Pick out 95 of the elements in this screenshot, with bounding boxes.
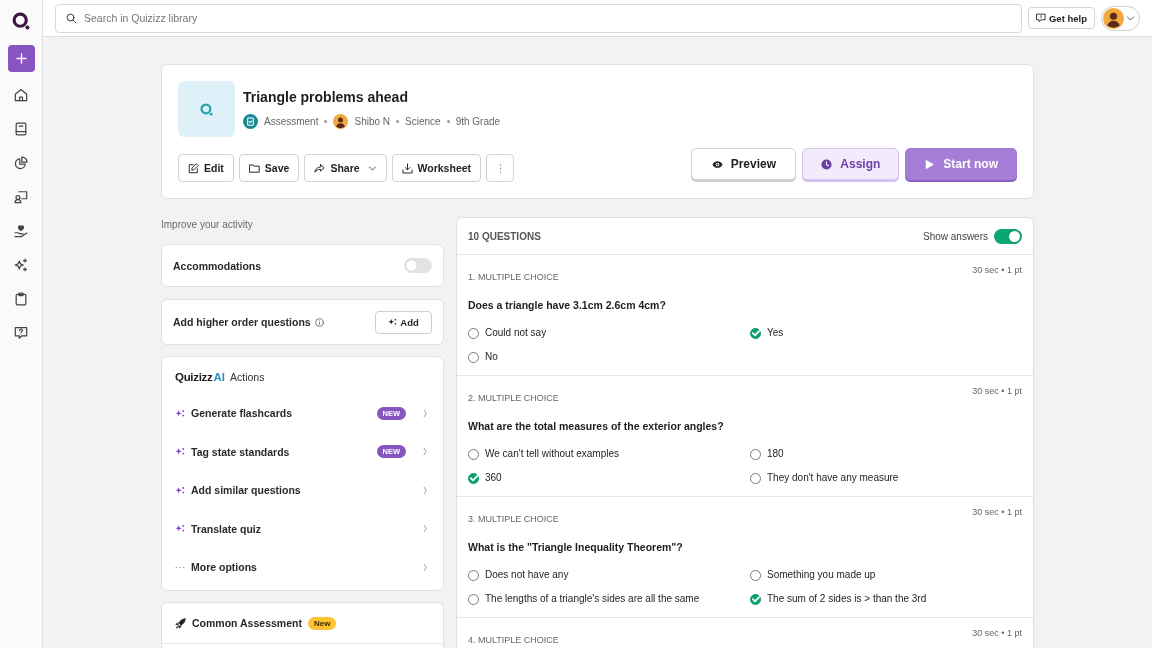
higher-order-label: Add higher order questions: [173, 316, 311, 328]
pie-chart-icon[interactable]: [14, 156, 28, 170]
hand-heart-icon[interactable]: [14, 224, 28, 238]
subject-tag: Science: [405, 116, 441, 127]
add-button[interactable]: Add: [375, 310, 432, 334]
answer-option: Yes: [767, 326, 784, 340]
ai-action-item[interactable]: More options: [162, 548, 443, 587]
separator-dot-icon: [324, 120, 328, 123]
answer-option: Could not say: [485, 326, 547, 340]
search-icon: [66, 12, 77, 24]
edit-button[interactable]: Edit: [178, 154, 234, 182]
author-name[interactable]: Shibo N: [354, 116, 391, 127]
answer-option: The lengths of a triangle's sides are all the same: [485, 592, 700, 606]
chevron-right-icon: [422, 485, 428, 495]
preview-button[interactable]: Preview: [691, 148, 797, 180]
sparkle-icon: [175, 485, 185, 495]
account-button[interactable]: [1101, 5, 1140, 31]
vertical-dots-icon: [498, 162, 502, 174]
quiz-title: Triangle problems ahead: [243, 88, 409, 106]
answer-option: No: [485, 350, 498, 364]
grade-tag: 9th Grade: [455, 116, 501, 127]
share-button[interactable]: Share: [304, 154, 387, 182]
question-type: 2. MULTIPLE CHOICE: [468, 393, 559, 403]
download-icon: [401, 162, 413, 174]
chevron-right-icon: [422, 447, 428, 457]
clipboard-check-icon: [243, 114, 258, 129]
info-icon: [314, 317, 324, 327]
logo-icon[interactable]: [12, 12, 30, 30]
get-help-button[interactable]: Get help: [1028, 7, 1095, 29]
caret-down-icon: [367, 163, 377, 173]
chat-alert-icon: [1036, 13, 1046, 23]
chevron-right-icon: [422, 408, 428, 418]
avatar-icon: [333, 114, 349, 129]
accommodations-label: Accommodations: [173, 259, 262, 272]
search-field[interactable]: Search in Quizizz library: [55, 3, 1022, 33]
answer-option: Something you made up: [767, 568, 876, 582]
question-time-points: 30 sec • 1 pt: [972, 628, 1022, 638]
section-heading: Improve your activity: [161, 218, 254, 232]
pencil-square-icon: [188, 162, 199, 174]
ai-action-item[interactable]: Add similar questions: [162, 471, 443, 510]
logo-icon: [200, 102, 213, 116]
question-text: What is the "Triangle Inequality Theorem"?: [468, 540, 684, 554]
question-text: Does a triangle have 3.1cm 2.6cm 4cm?: [468, 298, 667, 312]
save-button[interactable]: Save: [238, 154, 300, 182]
activity-type: Assessment: [264, 116, 319, 127]
sparkles-icon[interactable]: [14, 258, 28, 272]
clock-icon: [821, 158, 833, 170]
sparkle-icon: [175, 524, 185, 534]
answer-option: 180: [767, 447, 784, 461]
separator-dot-icon: [446, 120, 450, 123]
play-icon: [924, 158, 936, 170]
question-time-points: 30 sec • 1 pt: [972, 507, 1022, 517]
sparkle-icon: [175, 447, 185, 457]
question-time-points: 30 sec • 1 pt: [972, 265, 1022, 275]
create-button[interactable]: [7, 45, 35, 72]
answer-option: They don't have any measure: [767, 471, 899, 485]
actions-title: Actions: [230, 371, 265, 383]
answer-option: We can't tell without examples: [485, 447, 619, 461]
caret-down-icon: [1126, 13, 1135, 23]
chevron-right-icon: [422, 562, 428, 572]
clipboard-icon[interactable]: [14, 292, 28, 306]
avatar-icon: [1103, 7, 1124, 29]
book-icon[interactable]: [14, 122, 28, 136]
show-answers-label: Show answers: [922, 230, 988, 242]
new-badge: New: [307, 616, 337, 630]
folder-icon: [248, 162, 260, 174]
assign-button[interactable]: Assign: [802, 148, 900, 180]
common-assessment-label: Common Assessment: [192, 617, 302, 629]
answer-option: 360: [485, 471, 502, 485]
brand-name: Quizizz: [175, 371, 213, 383]
more-dots-icon: [175, 565, 185, 569]
question-time-points: 30 sec • 1 pt: [972, 386, 1022, 396]
worksheet-button[interactable]: Worksheet: [391, 154, 482, 182]
separator-dot-icon: [396, 120, 400, 123]
question-text: What are the total measures of the exterior angles?: [468, 419, 725, 433]
home-icon[interactable]: [14, 88, 28, 102]
question-bubble-icon[interactable]: [14, 326, 28, 340]
sparkle-icon: [388, 318, 398, 326]
rocket-icon: [175, 617, 186, 629]
sparkle-icon: [175, 408, 185, 418]
answer-option: The sum of 2 sides is > than the 3rd: [767, 592, 927, 606]
toggle-switch[interactable]: [994, 228, 1022, 244]
question-type: 3. MULTIPLE CHOICE: [468, 514, 559, 524]
chevron-right-icon: [422, 524, 428, 534]
eye-icon: [711, 158, 723, 170]
toggle-switch[interactable]: [404, 258, 432, 273]
ai-action-item[interactable]: Translate quiz: [162, 509, 443, 548]
question-type: 1. MULTIPLE CHOICE: [468, 272, 559, 282]
answer-option: Does not have any: [485, 568, 569, 582]
share-arrow-icon: [314, 162, 326, 174]
plus-icon: [15, 53, 27, 64]
question-type: 4. MULTIPLE CHOICE: [468, 635, 559, 645]
person-board-icon[interactable]: [14, 190, 28, 204]
question-count: 10 QUESTIONS: [468, 230, 541, 242]
brand-ai-label: AI: [213, 371, 225, 383]
